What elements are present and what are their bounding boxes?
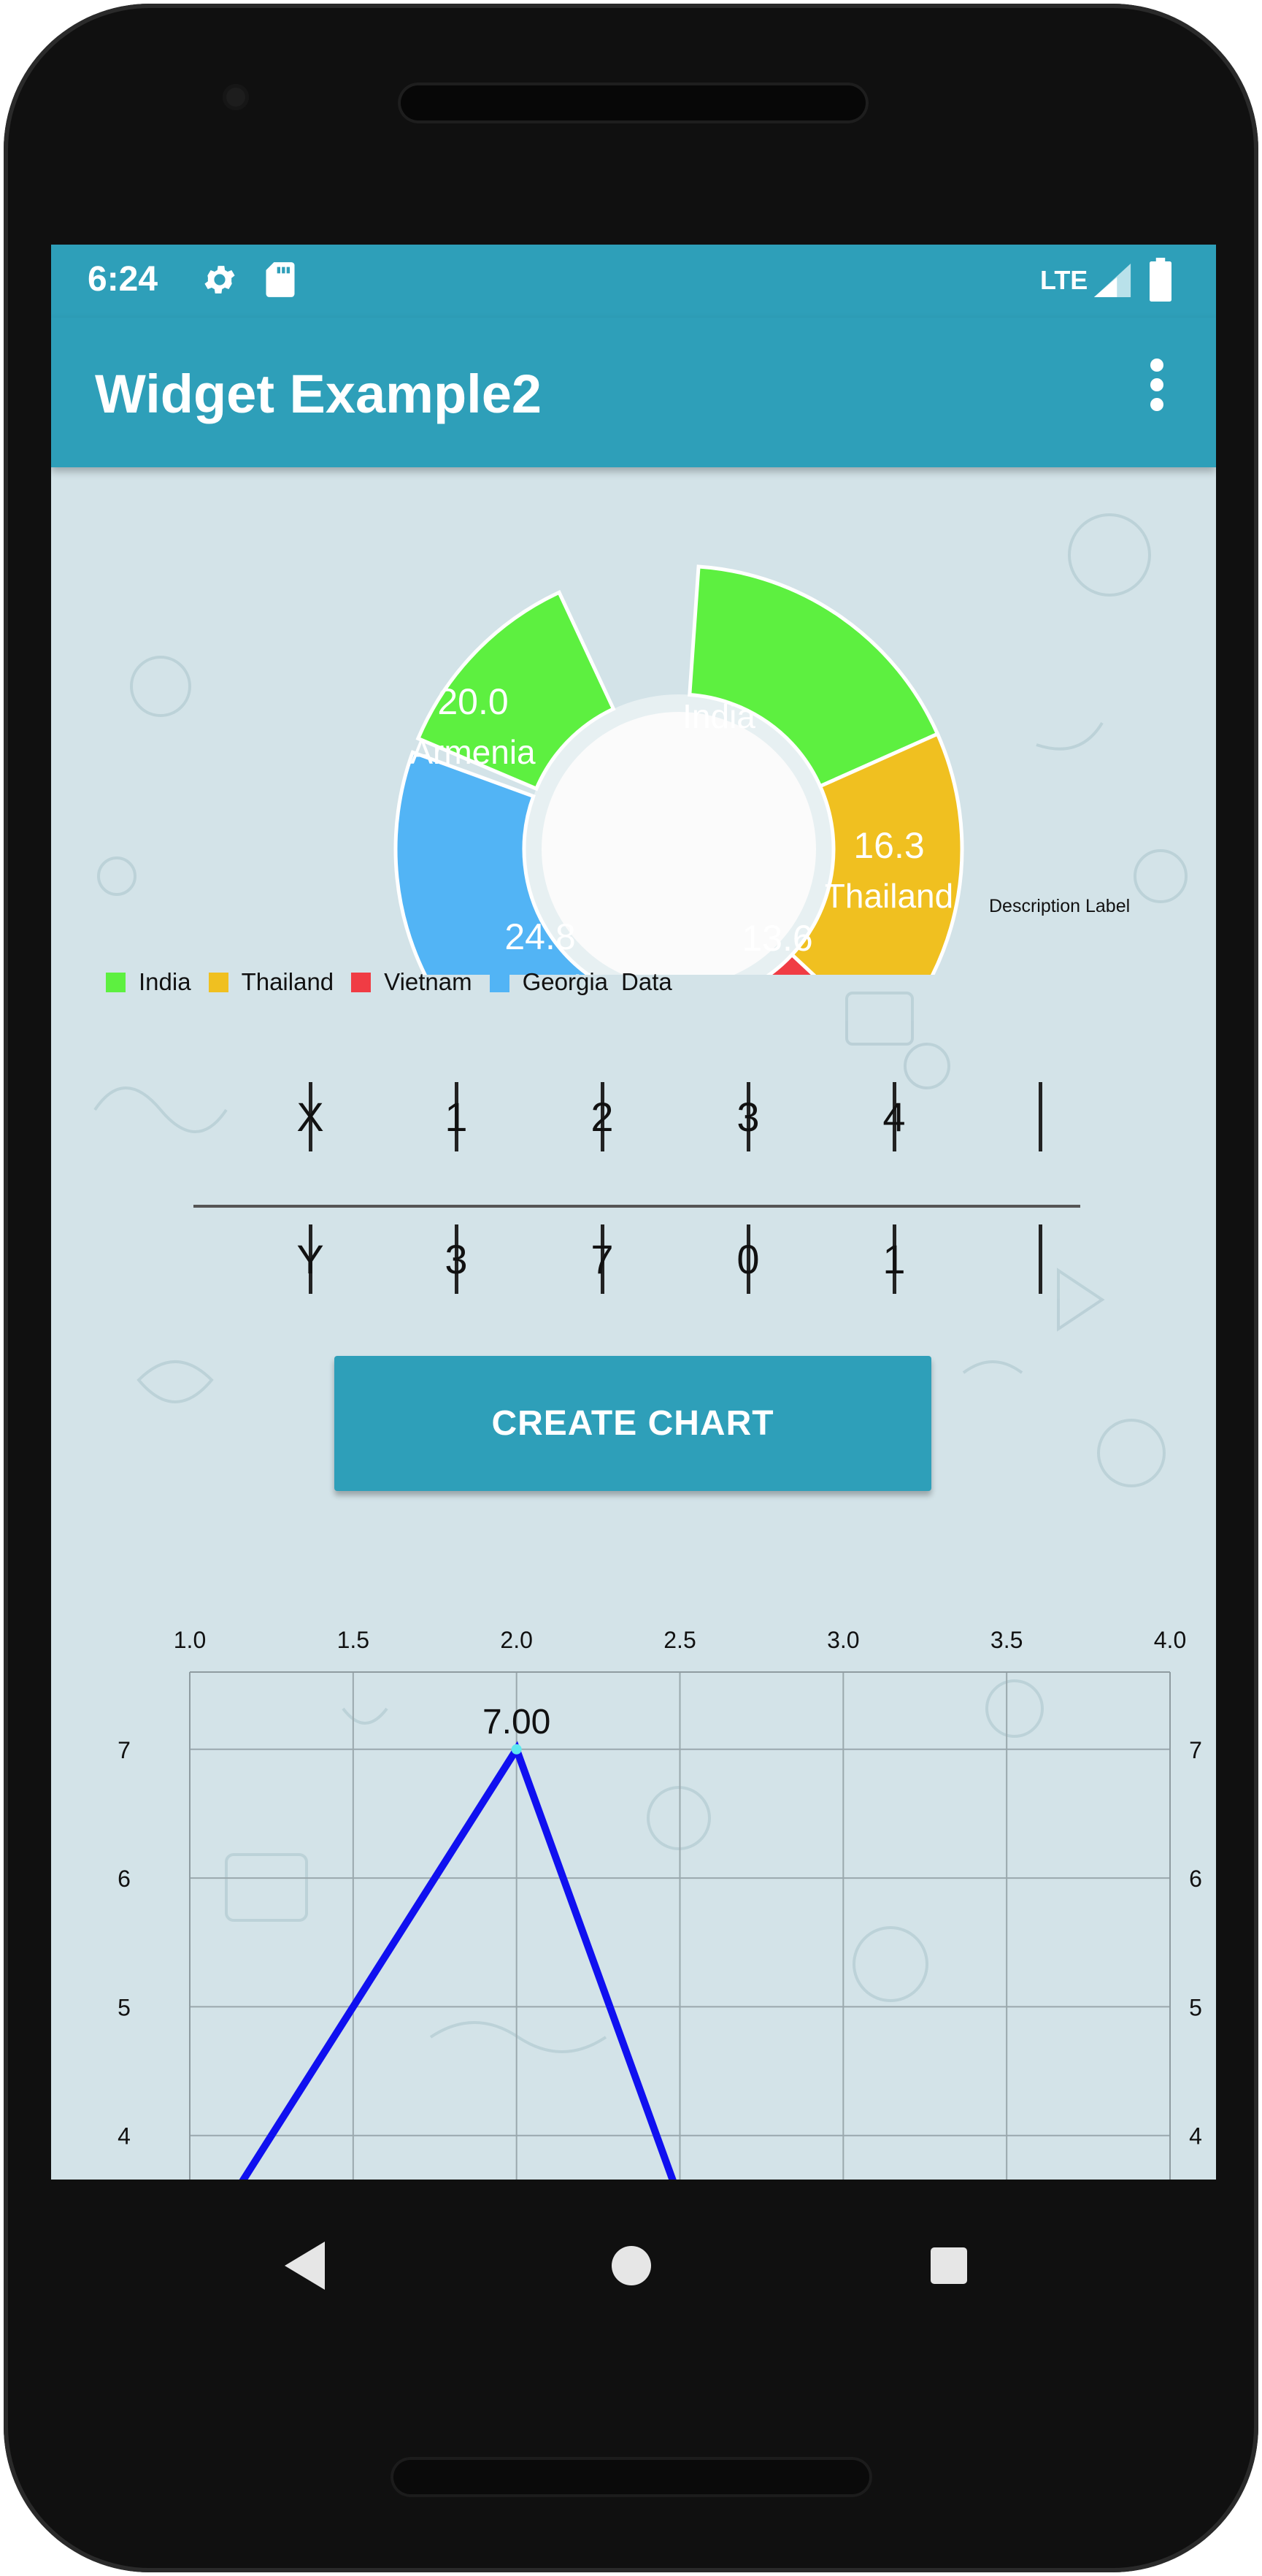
legend-swatch (489, 972, 509, 992)
phone-frame: 6:24 LTE Widget Example2 20.0 Armenia In… (4, 4, 1258, 2572)
x-tick-label: 2.5 (663, 1627, 696, 1653)
y-tick-label-right: 7 (1189, 1737, 1202, 1763)
table-divider (193, 1205, 1080, 1208)
legend-label: India (139, 968, 191, 995)
x-tick-label: 2.0 (500, 1627, 532, 1653)
legend-swatch (351, 972, 372, 992)
y-value-input[interactable]: 0 (675, 1219, 821, 1300)
pie-name-label: Vietnam (716, 970, 839, 975)
y-tick-label-right: 6 (1189, 1866, 1202, 1892)
x-label: X (296, 1094, 324, 1140)
x-row: X 1 2 3 4 (230, 1077, 1150, 1157)
legend-label: Georgia (522, 968, 609, 995)
y-tick-label-left: 7 (118, 1737, 131, 1763)
legend-swatch (208, 972, 228, 992)
x-value-input[interactable]: 3 (675, 1077, 821, 1157)
y-value-input[interactable]: 1 (821, 1219, 967, 1300)
legend-item-georgia: Georgia (489, 968, 609, 996)
x-tick-label: 3.0 (827, 1627, 859, 1653)
data-value-label: 7.00 (482, 1703, 550, 1741)
back-icon[interactable] (285, 2242, 325, 2290)
app-bar: Widget Example2 (51, 318, 1216, 467)
x-value-input[interactable]: 1 (383, 1077, 529, 1157)
y-tick-label-left: 6 (118, 1866, 131, 1892)
front-camera (223, 84, 249, 110)
line-chart: 1.01.52.02.53.03.54.0445566773.007.000.0… (118, 1627, 1202, 2180)
nav-bar (285, 2242, 967, 2290)
pie-value-label: 24.8 (504, 916, 575, 957)
y-value-input[interactable]: 7 (529, 1219, 675, 1300)
y-tick-label-left: 4 (118, 2123, 131, 2150)
y-tick-label-left: 5 (118, 1994, 131, 2020)
legend-dataset-label: Data (621, 968, 672, 995)
y-tick-label-right: 5 (1189, 1994, 1202, 2020)
y-tick-label-right: 4 (1189, 2123, 1202, 2150)
pie-name-label: India (682, 697, 755, 735)
more-vert-icon[interactable] (1139, 354, 1175, 427)
home-icon[interactable] (612, 2246, 651, 2285)
pie-description-label: Description Label (989, 896, 1131, 916)
legend-item-thailand: Thailand (208, 968, 334, 996)
legend-label: Thailand (241, 968, 334, 995)
x-value-input[interactable]: 2 (529, 1077, 675, 1157)
data-point (511, 1744, 522, 1755)
pie-name-label: Armenia (410, 733, 536, 771)
x-value-input[interactable]: 4 (821, 1077, 967, 1157)
y-value-input[interactable]: 3 (383, 1219, 529, 1300)
bottom-speaker (390, 2457, 872, 2497)
earpiece-speaker (398, 83, 869, 123)
pie-value-label: 16.3 (853, 825, 924, 866)
screen: 6:24 LTE Widget Example2 20.0 Armenia In… (51, 245, 1216, 2180)
legend-item-india: India (106, 968, 191, 996)
x-tick-label: 1.5 (337, 1627, 369, 1653)
x-tick-label: 3.5 (990, 1627, 1023, 1653)
create-chart-button[interactable]: CREATE CHART (334, 1356, 931, 1491)
y-label: Y (296, 1236, 324, 1282)
legend-swatch (106, 972, 126, 992)
pie-value-label: 13.6 (742, 918, 812, 959)
pie-name-label: Thailand (825, 877, 953, 915)
x-tick-label: 4.0 (1154, 1627, 1186, 1653)
pie-legend: India Thailand Vietnam Georgia Data (106, 967, 672, 997)
legend-label: Vietnam (384, 968, 472, 995)
recents-icon[interactable] (931, 2247, 967, 2284)
y-row: Y 3 7 0 1 (230, 1219, 1150, 1300)
x-tick-label: 1.0 (174, 1627, 206, 1653)
legend-item-vietnam: Vietnam (351, 968, 472, 996)
app-title: Widget Example2 (95, 364, 542, 424)
pie-value-label: 20.0 (437, 681, 508, 722)
main-content: 20.0 Armenia India 16.3 Thailand 13.6 Vietnam 2… (51, 467, 1216, 2180)
